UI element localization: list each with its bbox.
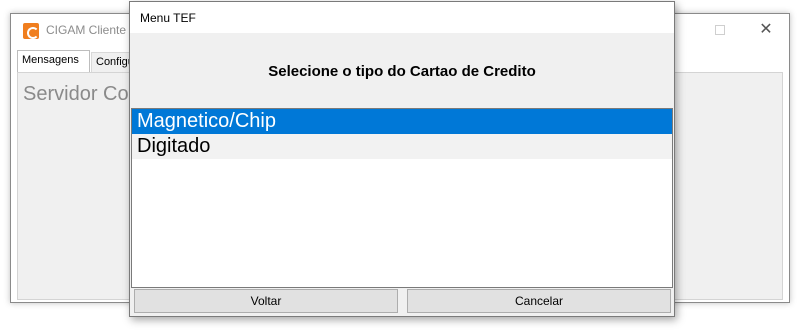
dialog-title: Menu TEF: [140, 11, 196, 25]
option-magnetico-chip[interactable]: Magnetico/Chip: [132, 109, 672, 134]
window-title: CIGAM Cliente: [46, 23, 127, 37]
menu-tef-dialog: Menu TEF Selecione o tipo do Cartao de C…: [129, 1, 675, 317]
maximize-icon: [715, 25, 725, 35]
card-type-prompt: Selecione o tipo do Cartao de Credito: [268, 63, 536, 80]
desktop: CIGAM Cliente ✕ Mensagens Configu Servid…: [0, 0, 800, 334]
tab-mensagens[interactable]: Mensagens: [17, 50, 90, 72]
close-button[interactable]: ✕: [743, 14, 789, 46]
maximize-button[interactable]: [697, 14, 743, 46]
close-icon: ✕: [759, 21, 773, 38]
option-digitado[interactable]: Digitado: [132, 134, 672, 159]
cancel-button[interactable]: Cancelar: [407, 289, 671, 313]
cigam-logo-icon: [23, 23, 39, 39]
back-button[interactable]: Voltar: [134, 289, 398, 313]
server-label: Servidor Co: [23, 83, 129, 105]
dialog-titlebar: Menu TEF: [130, 2, 674, 33]
card-type-listbox[interactable]: Magnetico/Chip Digitado: [131, 108, 673, 288]
